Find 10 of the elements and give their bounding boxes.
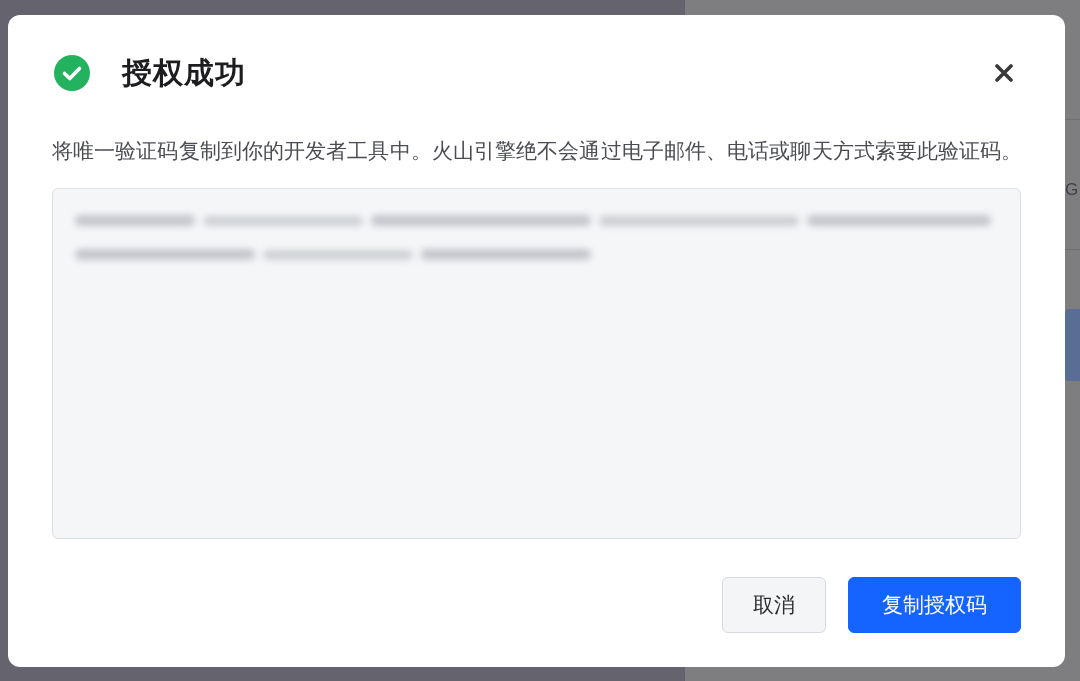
background-tile [1065, 309, 1080, 381]
code-field[interactable] [52, 188, 1021, 539]
close-icon [995, 64, 1013, 82]
dialog-title: 授权成功 [122, 55, 246, 91]
cancel-button[interactable]: 取消 [722, 577, 826, 633]
check-circle-icon [54, 55, 90, 91]
background-text: G [1065, 180, 1080, 200]
copy-button[interactable]: 复制授权码 [848, 577, 1021, 633]
close-button[interactable] [995, 64, 1013, 82]
description-text: 将唯一验证码复制到你的开发者工具中。火山引擎绝不会通过电子邮件、电话或聊天方式索要此验证码。 [52, 138, 1023, 164]
